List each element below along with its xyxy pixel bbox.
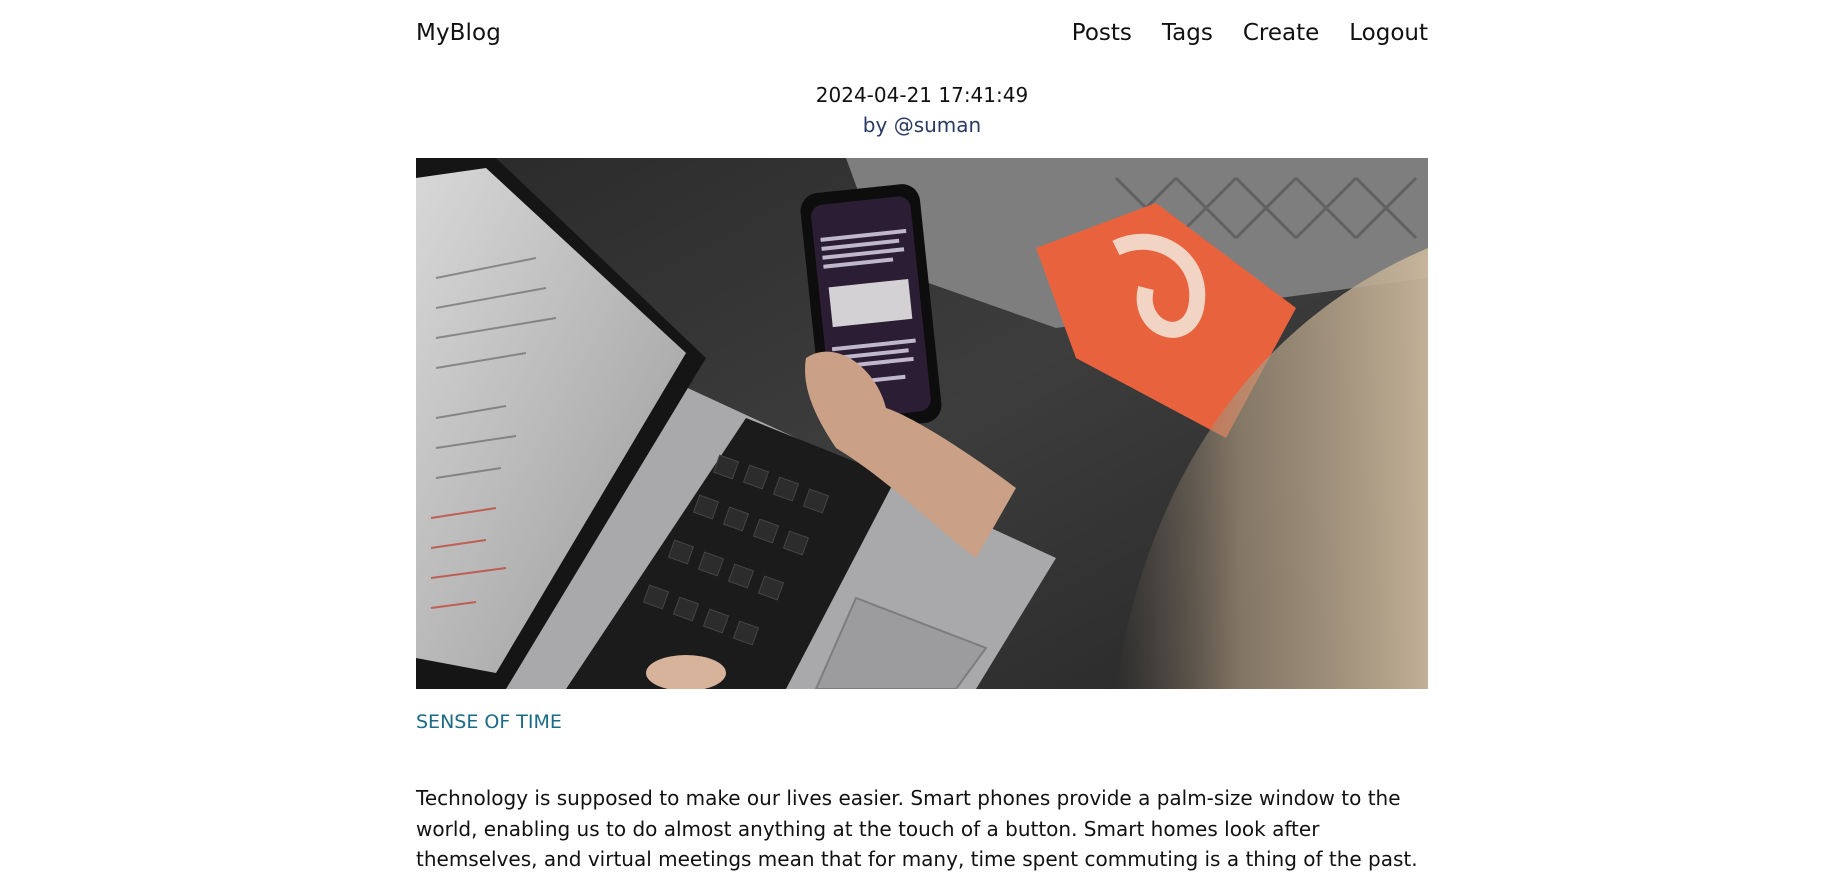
post-hero-image [416,158,1428,689]
brand-logo-link[interactable]: MyBlog [416,20,501,46]
post-tag-link[interactable]: SENSE OF TIME [416,711,562,733]
nav-link-logout[interactable]: Logout [1349,20,1428,46]
page: MyBlog Posts Tags Create Logout 2024-04-… [0,0,1831,895]
author-prefix: by [862,113,888,137]
nav-link-posts[interactable]: Posts [1072,20,1132,46]
nav-link-create[interactable]: Create [1243,20,1319,46]
navbar: MyBlog Posts Tags Create Logout [416,0,1428,66]
post-timestamp: 2024-04-21 17:41:49 [815,83,1029,107]
nav-link-tags[interactable]: Tags [1162,20,1213,46]
post-author: by @suman [416,110,1428,140]
post-meta: 2024-04-21 17:41:49 by @suman [416,80,1428,140]
post-body: Technology is supposed to make our lives… [416,786,1418,871]
nav-links: Posts Tags Create Logout [1072,20,1428,46]
author-handle-link[interactable]: @suman [894,113,982,137]
content-container: MyBlog Posts Tags Create Logout 2024-04-… [416,0,1428,895]
photo-laptop-phone-icon [416,158,1428,689]
